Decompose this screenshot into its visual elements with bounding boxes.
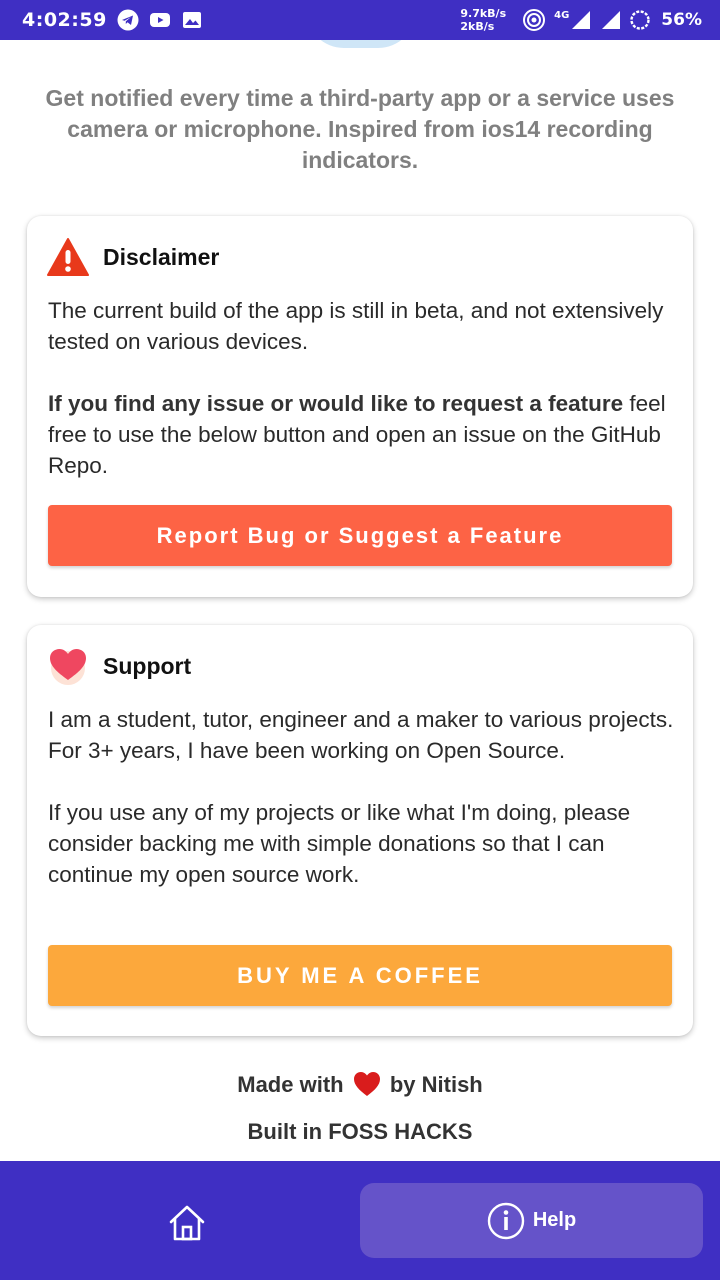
battery-percent: 56% bbox=[661, 10, 702, 30]
support-title: Support bbox=[103, 652, 192, 679]
heart-footer-icon bbox=[353, 1072, 380, 1096]
support-body: I am a student, tutor, engineer and a ma… bbox=[48, 704, 678, 890]
network-speed: 9.7kB/s 2kB/s bbox=[460, 7, 506, 33]
speed-down: 2kB/s bbox=[460, 20, 495, 33]
network-type: 4G bbox=[554, 9, 570, 21]
disclaimer-card: Disclaimer The current build of the app … bbox=[27, 216, 693, 597]
made-with-line: Made with by Nitish bbox=[0, 1070, 720, 1098]
help-label: Help bbox=[532, 1209, 577, 1231]
intro-text: Get notified every time a third-party ap… bbox=[45, 85, 675, 173]
support-para1: I am a student, tutor, engineer and a ma… bbox=[48, 707, 674, 763]
status-time: 4:02:59 bbox=[22, 9, 107, 31]
home-icon[interactable] bbox=[165, 1201, 209, 1245]
report-bug-button[interactable]: Report Bug or Suggest a Feature bbox=[48, 505, 672, 566]
disclaimer-para2-bold: If you find any issue or would like to r… bbox=[48, 391, 624, 416]
support-para2: If you use any of my projects or like wh… bbox=[48, 800, 631, 887]
info-icon bbox=[487, 1202, 525, 1239]
built-in-line: Built in FOSS HACKS bbox=[247, 1119, 473, 1144]
hotspot-icon bbox=[523, 9, 546, 31]
warning-icon bbox=[47, 238, 89, 276]
made-with-suffix: by Nitish bbox=[389, 1072, 483, 1097]
disclaimer-body: The current build of the app is still in… bbox=[48, 295, 678, 481]
support-card: Support I am a student, tutor, engineer … bbox=[27, 625, 693, 1036]
signal-icon-2 bbox=[602, 11, 621, 29]
bottom-nav: Help bbox=[0, 1161, 720, 1280]
battery-saver-icon bbox=[630, 10, 650, 30]
disclaimer-para1: The current build of the app is still in… bbox=[48, 298, 664, 354]
disclaimer-para2: If you find any issue or would like to r… bbox=[48, 388, 678, 481]
telegram-icon bbox=[117, 9, 139, 31]
signal-icon bbox=[572, 11, 591, 29]
disclaimer-title: Disclaimer bbox=[103, 243, 220, 270]
youtube-icon bbox=[149, 13, 170, 27]
gallery-icon bbox=[182, 12, 201, 28]
disclaimer-header: Disclaimer bbox=[47, 237, 219, 277]
buy-coffee-button[interactable]: BUY ME A COFFEE bbox=[48, 945, 672, 1006]
heart-icon bbox=[50, 649, 86, 685]
speed-up: 9.7kB/s bbox=[460, 7, 507, 20]
support-header: Support bbox=[47, 646, 191, 686]
made-with-prefix: Made with bbox=[237, 1072, 344, 1097]
help-tab[interactable]: Help bbox=[360, 1183, 703, 1258]
header-mask bbox=[290, 0, 430, 40]
